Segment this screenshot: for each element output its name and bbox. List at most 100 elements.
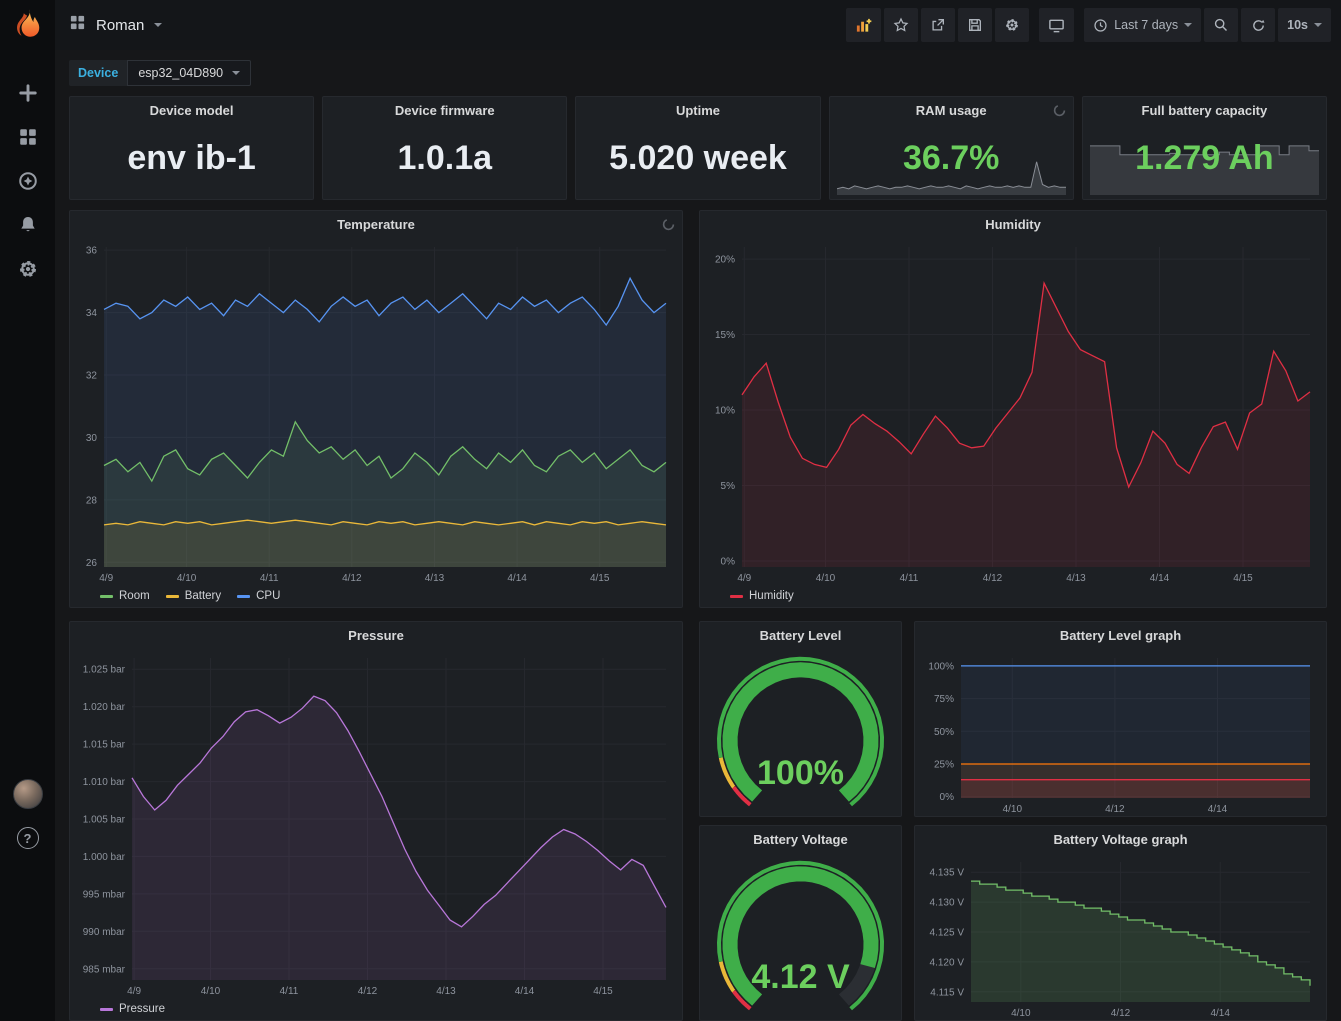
top-navbar: Roman	[55, 0, 1341, 50]
dashboard-settings-button[interactable]	[995, 8, 1029, 42]
panel-title[interactable]: Temperature	[70, 211, 682, 237]
breadcrumb: Roman	[69, 14, 836, 36]
legend-item[interactable]: Pressure	[100, 1003, 165, 1015]
sidebar-bottom: ?	[13, 779, 43, 1021]
svg-text:100%: 100%	[757, 754, 844, 792]
svg-text:4/9: 4/9	[127, 986, 141, 997]
svg-text:4/12: 4/12	[1111, 1008, 1131, 1019]
loading-spinner-icon	[662, 218, 675, 236]
legend-item[interactable]: Humidity	[730, 590, 794, 602]
panel-title[interactable]: Device firmware	[323, 97, 566, 123]
alerting-bell-icon[interactable]	[18, 215, 38, 235]
svg-text:25%: 25%	[934, 760, 954, 771]
time-range-picker[interactable]: Last 7 days	[1084, 8, 1201, 42]
legend-swatch	[237, 595, 250, 598]
svg-text:1.025 bar: 1.025 bar	[83, 665, 126, 676]
refresh-interval-label: 10s	[1287, 18, 1308, 32]
legend-item[interactable]: Battery	[166, 590, 221, 602]
svg-text:990 mbar: 990 mbar	[83, 927, 126, 938]
create-plus-icon[interactable]	[18, 83, 38, 103]
svg-text:34: 34	[86, 308, 98, 319]
svg-text:28: 28	[86, 495, 98, 506]
svg-text:4/12: 4/12	[983, 573, 1003, 584]
panel-title[interactable]: Humidity	[700, 211, 1326, 237]
svg-text:36: 36	[86, 246, 98, 257]
star-button[interactable]	[884, 8, 918, 42]
svg-text:4.130 V: 4.130 V	[930, 898, 965, 909]
battery-voltage-graph-chart[interactable]: 4.115 V4.120 V4.125 V4.130 V4.135 V4/104…	[919, 854, 1320, 1020]
temperature-chart[interactable]: 2628303234364/94/104/114/124/134/144/15	[74, 239, 676, 585]
chevron-down-icon	[1314, 23, 1322, 27]
svg-text:1.015 bar: 1.015 bar	[83, 740, 126, 751]
svg-text:4/11: 4/11	[260, 573, 279, 584]
add-panel-button[interactable]	[846, 8, 881, 42]
battery-voltage-gauge: 4.12 V	[700, 852, 901, 1020]
zoom-out-button[interactable]	[1204, 8, 1238, 42]
share-button[interactable]	[921, 8, 955, 42]
chevron-down-icon	[232, 71, 240, 75]
device-variable-picker: Device esp32_04D890	[69, 60, 251, 86]
pressure-legend: Pressure	[70, 998, 682, 1020]
svg-text:4/12: 4/12	[358, 986, 378, 997]
temperature-panel: Temperature 2628303234364/94/104/114/124…	[69, 210, 683, 608]
refresh-button[interactable]	[1241, 8, 1275, 42]
dashboard-title[interactable]: Roman	[96, 17, 144, 34]
svg-text:4/15: 4/15	[593, 986, 613, 997]
humidity-chart[interactable]: 0%5%10%15%20%4/94/104/114/124/134/144/15	[704, 239, 1320, 585]
dashboard-grid-icon[interactable]	[69, 14, 86, 36]
tv-mode-button[interactable]	[1039, 8, 1074, 42]
legend-item[interactable]: Room	[100, 590, 150, 602]
svg-text:4/15: 4/15	[590, 573, 610, 584]
stat-panel-device-model: Device model env ib-1	[69, 96, 314, 200]
svg-text:4/14: 4/14	[1208, 804, 1228, 815]
panel-title[interactable]: Uptime	[576, 97, 819, 123]
svg-text:4/12: 4/12	[1105, 804, 1125, 815]
svg-text:4.135 V: 4.135 V	[930, 868, 965, 879]
svg-text:4/10: 4/10	[1011, 1008, 1031, 1019]
panel-title[interactable]: Pressure	[70, 622, 682, 648]
svg-text:4/14: 4/14	[1210, 1008, 1230, 1019]
panel-title[interactable]: Full battery capacity	[1083, 97, 1326, 123]
chevron-down-icon	[154, 23, 162, 27]
explore-compass-icon[interactable]	[18, 171, 38, 191]
dashboards-icon[interactable]	[18, 127, 38, 147]
panel-title[interactable]: Battery Level graph	[915, 622, 1326, 648]
grafana-logo[interactable]	[10, 7, 46, 43]
configuration-gear-icon[interactable]	[18, 259, 38, 279]
device-variable-current: esp32_04D890	[138, 66, 223, 80]
panel-title[interactable]: Battery Voltage graph	[915, 826, 1326, 852]
dashboard-grid: Device model env ib-1 Device firmware 1.…	[55, 92, 1341, 1021]
legend-swatch	[166, 595, 179, 598]
device-variable-label: Device	[69, 60, 127, 86]
svg-text:1.010 bar: 1.010 bar	[83, 777, 126, 788]
svg-text:4/15: 4/15	[1233, 573, 1253, 584]
legend-swatch	[100, 1008, 113, 1011]
panel-title[interactable]: RAM usage	[830, 97, 1073, 123]
svg-text:4/11: 4/11	[280, 986, 299, 997]
pressure-panel: Pressure 985 mbar990 mbar995 mbar1.000 b…	[69, 621, 683, 1021]
panel-title[interactable]: Device model	[70, 97, 313, 123]
save-button[interactable]	[958, 8, 992, 42]
svg-text:32: 32	[86, 371, 98, 382]
svg-text:1.005 bar: 1.005 bar	[83, 815, 126, 826]
temperature-legend: Room Battery CPU	[70, 585, 682, 607]
stat-value: 5.020 week	[576, 123, 819, 199]
view-mode-group	[1039, 8, 1074, 42]
svg-text:0%: 0%	[940, 792, 955, 803]
stat-panel-ram-usage: RAM usage 36.7%	[829, 96, 1074, 200]
svg-text:10%: 10%	[715, 406, 735, 417]
battery-level-graph-chart[interactable]: 0%25%50%75%100%4/104/124/14	[919, 650, 1320, 816]
panel-title[interactable]: Battery Level	[700, 622, 901, 648]
user-avatar[interactable]	[13, 779, 43, 809]
battery-panels-grid: Battery Level 100% Battery Level graph 0…	[699, 621, 1327, 1021]
svg-text:4/13: 4/13	[425, 573, 445, 584]
panel-title[interactable]: Battery Voltage	[700, 826, 901, 852]
help-icon[interactable]: ?	[17, 827, 39, 849]
svg-text:4/10: 4/10	[201, 986, 221, 997]
legend-item[interactable]: CPU	[237, 590, 280, 602]
svg-text:1.020 bar: 1.020 bar	[83, 702, 126, 713]
pressure-chart[interactable]: 985 mbar990 mbar995 mbar1.000 bar1.005 b…	[74, 650, 676, 998]
svg-text:4.12 V: 4.12 V	[751, 958, 850, 996]
refresh-interval-picker[interactable]: 10s	[1278, 8, 1331, 42]
device-variable-value[interactable]: esp32_04D890	[127, 60, 251, 86]
